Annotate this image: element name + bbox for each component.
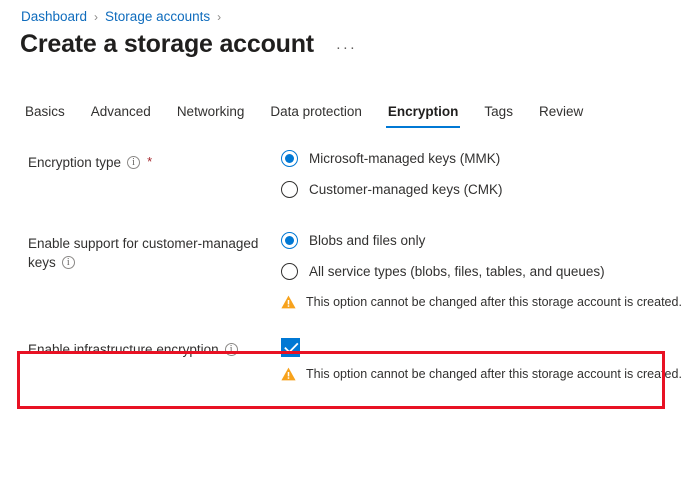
breadcrumb-separator-icon: ›: [217, 8, 221, 26]
encryption-form: Encryption type * Microsoft-managed keys …: [0, 150, 685, 386]
warning-triangle-icon: [281, 295, 297, 314]
radio-group-encryption-type: Microsoft-managed keys (MMK) Customer-ma…: [263, 150, 685, 212]
warning-cmk-support: This option cannot be changed after this…: [281, 294, 685, 314]
tab-advanced[interactable]: Advanced: [78, 104, 164, 128]
wizard-tab-bar: Basics Advanced Networking Data protecti…: [12, 104, 596, 128]
radio-option-cmk-label: Customer-managed keys (CMK): [309, 182, 503, 197]
radio-blobs-files-icon[interactable]: [281, 232, 298, 249]
breadcrumb-item-storage-accounts[interactable]: Storage accounts: [105, 8, 210, 26]
form-row-cmk-support: Enable support for customer-managed keys…: [0, 232, 685, 314]
radio-cmk-icon[interactable]: [281, 181, 298, 198]
radio-option-mmk-label: Microsoft-managed keys (MMK): [309, 151, 500, 166]
label-cmk-support: Enable support for customer-managed keys: [28, 232, 263, 272]
info-icon[interactable]: [225, 343, 238, 356]
radio-option-all-services-label: All service types (blobs, files, tables,…: [309, 264, 605, 279]
tab-review[interactable]: Review: [526, 104, 596, 128]
info-icon[interactable]: [127, 156, 140, 169]
radio-option-blobs-files-label: Blobs and files only: [309, 233, 425, 248]
page-title: Create a storage account: [20, 30, 314, 59]
radio-group-cmk-support: Blobs and files only All service types (…: [263, 232, 685, 314]
breadcrumb-separator-icon: ›: [94, 8, 98, 26]
form-row-infrastructure-encryption: Enable infrastructure encryption This op…: [0, 338, 685, 386]
checkbox-infrastructure-encryption[interactable]: [281, 338, 300, 357]
label-infrastructure-encryption: Enable infrastructure encryption: [28, 338, 263, 359]
label-infrastructure-encryption-text: Enable infrastructure encryption: [28, 342, 219, 357]
tab-data-protection[interactable]: Data protection: [257, 104, 375, 128]
more-options-icon[interactable]: ···: [336, 43, 357, 53]
radio-option-mmk[interactable]: Microsoft-managed keys (MMK): [281, 150, 685, 167]
radio-option-blobs-files[interactable]: Blobs and files only: [281, 232, 685, 249]
form-row-encryption-type: Encryption type * Microsoft-managed keys …: [0, 150, 685, 212]
radio-mmk-icon[interactable]: [281, 150, 298, 167]
warning-triangle-icon: [281, 367, 297, 386]
tab-networking[interactable]: Networking: [164, 104, 258, 128]
radio-all-services-icon[interactable]: [281, 263, 298, 280]
warning-cmk-support-text: This option cannot be changed after this…: [306, 294, 682, 310]
radio-option-cmk[interactable]: Customer-managed keys (CMK): [281, 181, 685, 198]
warning-infrastructure-encryption: This option cannot be changed after this…: [281, 366, 685, 386]
tab-encryption[interactable]: Encryption: [375, 104, 472, 128]
breadcrumb: Dashboard › Storage accounts ›: [21, 8, 228, 26]
warning-infrastructure-encryption-text: This option cannot be changed after this…: [306, 366, 682, 382]
label-encryption-type: Encryption type *: [28, 150, 263, 172]
required-asterisk: *: [147, 154, 152, 169]
radio-option-all-services[interactable]: All service types (blobs, files, tables,…: [281, 263, 685, 280]
page-header: Create a storage account ···: [20, 30, 357, 59]
label-encryption-type-text: Encryption type: [28, 155, 121, 170]
breadcrumb-item-dashboard[interactable]: Dashboard: [21, 8, 87, 26]
tab-basics[interactable]: Basics: [12, 104, 78, 128]
info-icon[interactable]: [62, 256, 75, 269]
tab-tags[interactable]: Tags: [471, 104, 526, 128]
infrastructure-encryption-control: This option cannot be changed after this…: [263, 338, 685, 386]
